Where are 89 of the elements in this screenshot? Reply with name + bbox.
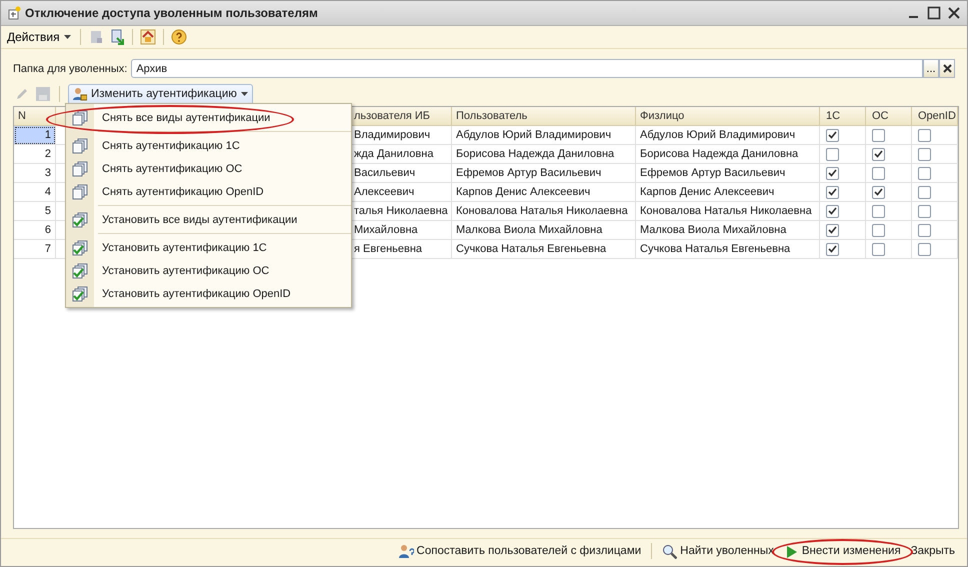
checkbox[interactable]: [918, 242, 931, 256]
row-number[interactable]: 4: [14, 183, 56, 202]
checkbox[interactable]: [918, 186, 931, 198]
stacked-pages-icon: [72, 160, 88, 176]
table-cell: Карпов Денис Алексеевич: [636, 183, 820, 202]
menu-item[interactable]: Установить все виды аутентификации: [66, 208, 351, 231]
table-cell: Борисова Надежда Даниловна: [636, 145, 820, 164]
checkbox[interactable]: [826, 186, 839, 198]
checkbox[interactable]: [872, 186, 885, 198]
maximize-icon[interactable]: [927, 6, 941, 20]
checkbox[interactable]: [826, 128, 839, 142]
checkbox[interactable]: [918, 148, 931, 160]
stacked-pages-check-icon: [72, 262, 88, 278]
checkbox[interactable]: [872, 128, 885, 142]
table-cell: Коновалова Наталья Николаевна: [636, 202, 820, 221]
checkbox[interactable]: [918, 224, 931, 236]
menu-item[interactable]: Снять аутентификацию OpenID: [66, 180, 351, 203]
stacked-pages-icon: [72, 138, 88, 154]
table-cell: Абдулов Юрий Владимирович: [452, 126, 636, 145]
checkbox[interactable]: [872, 148, 885, 160]
checkbox[interactable]: [872, 224, 885, 236]
row-number[interactable]: 1: [14, 126, 56, 145]
column-header: 1С: [820, 107, 866, 126]
select-button[interactable]: ...: [923, 59, 939, 78]
checkbox[interactable]: [826, 166, 839, 180]
document-arrow-icon[interactable]: [108, 29, 125, 45]
checkbox[interactable]: [918, 128, 931, 142]
save-icon[interactable]: [35, 86, 51, 102]
checkbox[interactable]: [872, 166, 885, 180]
footer-button[interactable]: Закрыть: [908, 545, 957, 557]
folder-field[interactable]: Архив: [131, 59, 923, 78]
row-number[interactable]: 3: [14, 164, 56, 183]
pencil-icon[interactable]: [15, 87, 29, 101]
table-cell: Ефремов Артур Васильевич: [636, 164, 820, 183]
users-lock-icon: [73, 87, 87, 101]
footer-button[interactable]: Внести изменения: [782, 544, 903, 558]
row-number[interactable]: 2: [14, 145, 56, 164]
menu-item[interactable]: Снять аутентификацию 1С: [66, 134, 351, 157]
footer-button[interactable]: Найти уволенных: [660, 544, 776, 558]
table-cell: Сучкова Наталья Евгеньевна: [452, 240, 636, 259]
stacked-pages-check-icon: [72, 212, 88, 228]
caret-icon: [240, 92, 248, 96]
stacked-pages-check-icon: [72, 286, 88, 302]
field-label: Папка для уволенных:: [13, 62, 128, 74]
checkbox[interactable]: [918, 204, 931, 218]
help-icon[interactable]: [170, 29, 187, 45]
checkbox[interactable]: [872, 204, 885, 218]
menu-item[interactable]: Установить аутентификацию ОС: [66, 259, 351, 282]
row-number[interactable]: 6: [14, 221, 56, 240]
checkbox[interactable]: [826, 224, 839, 236]
table-cell: Ефремов Артур Васильевич: [452, 164, 636, 183]
table-cell: Малкова Виола Михайловна: [452, 221, 636, 240]
stacked-pages-check-icon: [72, 240, 88, 256]
clear-icon[interactable]: [942, 64, 952, 73]
table-cell: Карпов Денис Алексеевич: [452, 183, 636, 202]
home-icon[interactable]: [140, 29, 156, 45]
caret-icon: [64, 34, 71, 40]
change-auth-button[interactable]: Изменить аутентификацию: [68, 84, 253, 104]
table-cell: Абдулов Юрий Владимирович: [636, 126, 820, 145]
magnifier-icon: [662, 544, 678, 558]
column-header: N: [14, 107, 56, 126]
column-header: льзователя ИБ: [352, 107, 452, 126]
menu-item[interactable]: Снять все виды аутентификации: [66, 106, 351, 129]
checkbox[interactable]: [826, 148, 839, 160]
close-icon[interactable]: [947, 6, 961, 20]
menu-item[interactable]: Снять аутентификацию ОС: [66, 157, 351, 180]
table-cell: Борисова Надежда Даниловна: [452, 145, 636, 164]
users-question-icon: [398, 544, 414, 558]
checkbox[interactable]: [918, 166, 931, 180]
column-header: OpenID: [912, 107, 958, 126]
column-header: Пользователь: [452, 107, 636, 126]
column-header: Физлицо: [636, 107, 820, 126]
row-number[interactable]: 7: [14, 240, 56, 259]
menu-item[interactable]: Установить аутентификацию 1С: [66, 236, 351, 259]
actions-menu-button[interactable]: Действия: [5, 30, 73, 44]
checkbox[interactable]: [872, 242, 885, 256]
table-cell: Малкова Виола Михайловна: [636, 221, 820, 240]
footer-button[interactable]: Сопоставить пользователей с физлицами: [396, 544, 644, 558]
checkbox[interactable]: [826, 242, 839, 256]
checkbox[interactable]: [826, 204, 839, 218]
window-title: Отключение доступа уволенным пользователям: [25, 6, 319, 20]
table-cell: Коновалова Наталья Николаевна: [452, 202, 636, 221]
table-cell: Сучкова Наталья Евгеньевна: [636, 240, 820, 259]
stacked-pages-icon: [72, 184, 88, 200]
column-header: ОС: [866, 107, 912, 126]
menu-item[interactable]: Установить аутентификацию OpenID: [66, 282, 351, 305]
window-icon: [7, 6, 21, 20]
row-number[interactable]: 5: [14, 202, 56, 221]
stacked-pages-icon: [72, 110, 88, 126]
